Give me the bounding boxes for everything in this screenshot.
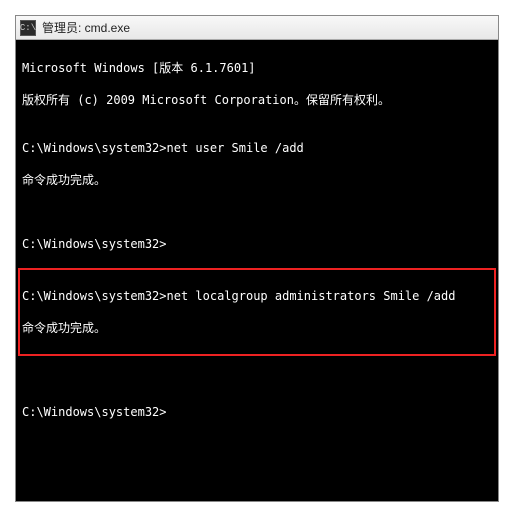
result-line-3: 命令成功完成。 [22,320,492,336]
command-text: net localgroup administrators Smile /add [167,289,456,303]
prompt-line-2: C:\Windows\system32> [22,236,492,252]
command-line-1: C:\Windows\system32>net user Smile /add [22,140,492,156]
terminal-area[interactable]: Microsoft Windows [版本 6.1.7601] 版权所有 (c)… [16,40,498,501]
prompt: C:\Windows\system32> [22,141,167,155]
cmd-window: C:\ 管理员: cmd.exe Microsoft Windows [版本 6… [15,15,499,502]
window-title: 管理员: cmd.exe [42,19,130,36]
version-line: Microsoft Windows [版本 6.1.7601] [22,60,492,76]
command-text: net user Smile /add [167,141,304,155]
prompt-line-4: C:\Windows\system32> [22,404,492,420]
cmd-icon: C:\ [20,20,36,36]
highlighted-command: C:\Windows\system32>net localgroup admin… [18,268,496,356]
copyright-line: 版权所有 (c) 2009 Microsoft Corporation。保留所有… [22,92,492,108]
titlebar[interactable]: C:\ 管理员: cmd.exe [16,16,498,40]
result-line-1: 命令成功完成。 [22,172,492,188]
prompt: C:\Windows\system32> [22,289,167,303]
command-line-3: C:\Windows\system32>net localgroup admin… [22,288,492,304]
